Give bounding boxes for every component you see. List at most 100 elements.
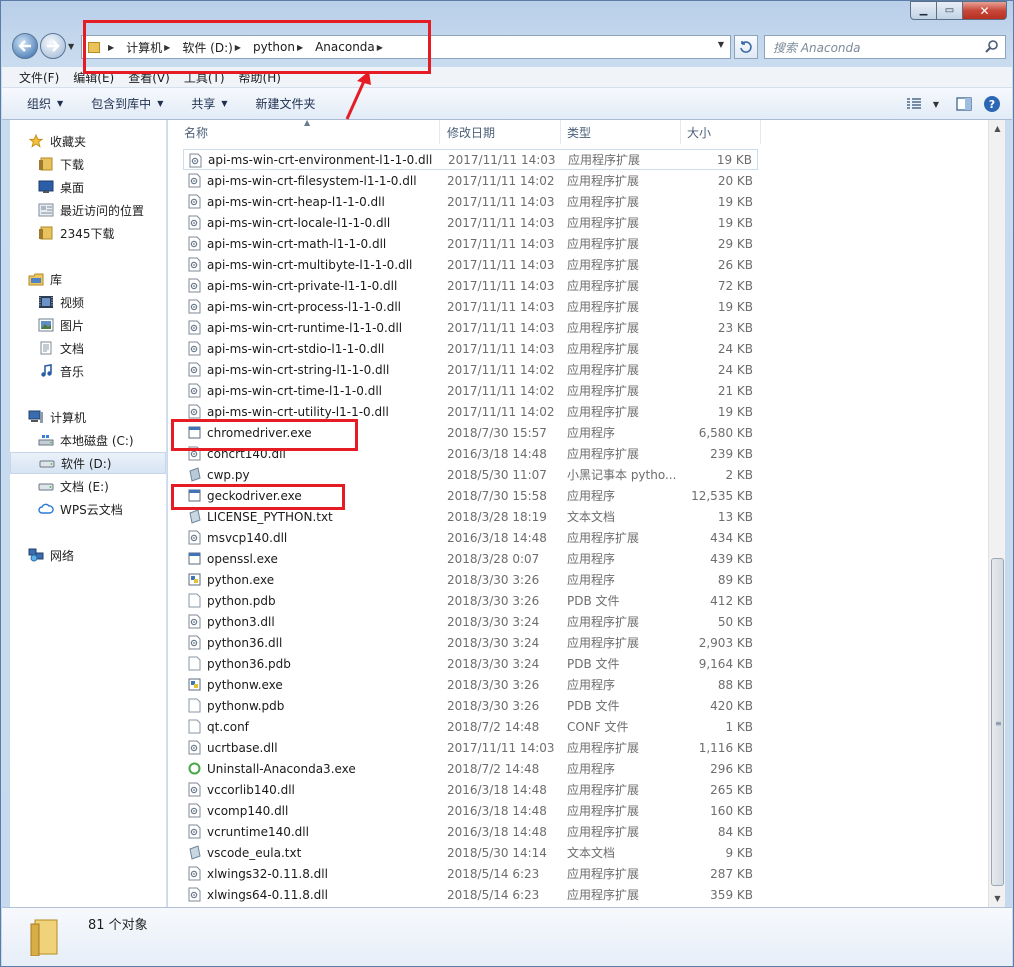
file-row[interactable]: Uninstall-Anaconda3.exe 2018/7/2 14:48 应用程… xyxy=(183,758,758,779)
file-row[interactable]: python36.pdb 2018/3/30 3:24 PDB 文件 9,164 KB xyxy=(183,653,758,674)
file-row[interactable]: pythonw.pdb 2018/3/30 3:26 PDB 文件 420 KB xyxy=(183,695,758,716)
nav-library[interactable]: 库 xyxy=(10,268,166,290)
file-row[interactable]: pythonw.exe 2018/3/30 3:26 应用程序 88 KB xyxy=(183,674,758,695)
file-row[interactable]: msvcp140.dll 2016/3/18 14:48 应用程序扩展 434 KB xyxy=(183,527,758,548)
file-row[interactable]: api-ms-win-crt-process-l1-1-0.dll 2017/11… xyxy=(183,296,758,317)
nav-favorites[interactable]: 收藏夹 xyxy=(10,130,166,152)
file-row[interactable]: api-ms-win-crt-stdio-l1-1-0.dll 2017/11/1… xyxy=(183,338,758,359)
preview-pane-button[interactable] xyxy=(954,94,974,114)
file-date: 2018/5/30 14:14 xyxy=(447,845,547,860)
file-row[interactable]: openssl.exe 2018/3/28 0:07 应用程序 439 KB xyxy=(183,548,758,569)
back-button[interactable] xyxy=(12,33,38,59)
view-list-icon xyxy=(907,98,921,109)
chevron-right-icon[interactable]: ▶ xyxy=(377,43,383,52)
nav-recent-places[interactable]: 最近访问的位置 xyxy=(10,199,166,221)
file-row[interactable]: api-ms-win-crt-private-l1-1-0.dll 2017/11… xyxy=(183,275,758,296)
search-input[interactable]: 搜索 Anaconda xyxy=(764,35,1006,59)
file-row[interactable]: LICENSE_PYTHON.txt 2018/3/28 18:19 文本文档 13 … xyxy=(183,506,758,527)
menu-help[interactable]: 帮助(H) xyxy=(239,69,281,86)
scroll-down-button[interactable]: ▼ xyxy=(989,890,1006,907)
minimize-button[interactable]: ▁ xyxy=(910,1,937,20)
refresh-button[interactable] xyxy=(734,35,758,59)
share-button[interactable]: 共享 ▼ xyxy=(191,95,227,112)
nav-music[interactable]: 音乐 xyxy=(10,360,166,382)
scroll-up-button[interactable]: ▲ xyxy=(989,120,1006,137)
nav-drive-d[interactable]: 软件 (D:) xyxy=(10,452,166,474)
close-button[interactable]: ✕ xyxy=(963,1,1007,20)
new-folder-button[interactable]: 新建文件夹 xyxy=(256,95,316,112)
file-type: 应用程序 xyxy=(567,552,616,566)
column-type[interactable]: 类型 xyxy=(561,120,681,144)
anaconda-uninstall-icon xyxy=(188,762,201,775)
forward-button[interactable] xyxy=(40,33,66,59)
include-in-library-button[interactable]: 包含到库中 ▼ xyxy=(91,95,163,112)
file-type: PDB 文件 xyxy=(567,594,620,608)
address-history-dropdown[interactable]: ▼ xyxy=(718,40,724,49)
recent-pages-dropdown[interactable]: ▼ xyxy=(68,42,74,51)
nav-drive-c[interactable]: 本地磁盘 (C:) xyxy=(10,429,166,451)
file-row[interactable]: python.exe 2018/3/30 3:26 应用程序 89 KB xyxy=(183,569,758,590)
file-row[interactable]: api-ms-win-crt-filesystem-l1-1-0.dll 2017… xyxy=(183,170,758,191)
maximize-button[interactable]: ▭ xyxy=(937,1,963,20)
chevron-right-icon[interactable]: ▶ xyxy=(108,43,114,52)
search-icon[interactable] xyxy=(985,39,999,53)
nav-videos[interactable]: 视频 xyxy=(10,291,166,313)
nav-wps-cloud[interactable]: WPS云文档 xyxy=(10,498,166,520)
file-row[interactable]: cwp.py 2018/5/30 11:07 小黑记事本 pytho... 2 KB xyxy=(183,464,758,485)
column-date-modified[interactable]: 修改日期 xyxy=(440,120,561,144)
blank-file-icon xyxy=(188,698,201,713)
file-row[interactable]: geckodriver.exe 2018/7/30 15:58 应用程序 12,535… xyxy=(183,485,758,506)
file-row[interactable]: api-ms-win-crt-multibyte-l1-1-0.dll 2017/… xyxy=(183,254,758,275)
chevron-right-icon[interactable]: ▶ xyxy=(235,43,241,52)
menu-file[interactable]: 文件(F) xyxy=(19,69,59,86)
nav-drive-e[interactable]: 文档 (E:) xyxy=(10,475,166,497)
file-row[interactable]: api-ms-win-crt-runtime-l1-1-0.dll 2017/11… xyxy=(183,317,758,338)
file-row[interactable]: api-ms-win-crt-environment-l1-1-0.dll 201… xyxy=(183,149,758,170)
change-view-button[interactable] xyxy=(904,94,924,114)
help-button[interactable]: ? xyxy=(982,94,1002,114)
file-row[interactable]: vcomp140.dll 2016/3/18 14:48 应用程序扩展 160 KB xyxy=(183,800,758,821)
nav-2345-downloads[interactable]: 2345下载 xyxy=(10,222,166,244)
organize-button[interactable]: 组织 ▼ xyxy=(27,95,63,112)
file-row[interactable]: qt.conf 2018/7/2 14:48 CONF 文件 1 KB xyxy=(183,716,758,737)
vertical-scrollbar[interactable]: ▲ ≡ ▼ xyxy=(988,120,1005,907)
file-row[interactable]: python3.dll 2018/3/30 3:24 应用程序扩展 50 KB xyxy=(183,611,758,632)
nav-documents[interactable]: 文档 xyxy=(10,337,166,359)
menu-view[interactable]: 查看(V) xyxy=(128,69,170,86)
chevron-right-icon[interactable]: ▶ xyxy=(297,43,303,52)
nav-pictures[interactable]: 图片 xyxy=(10,314,166,336)
file-row[interactable]: vscode_eula.txt 2018/5/30 14:14 文本文档 9 KB xyxy=(183,842,758,863)
breadcrumb-python[interactable]: python ▶ xyxy=(253,40,311,54)
file-row[interactable]: concrt140.dll 2016/3/18 14:48 应用程序扩展 239 KB xyxy=(183,443,758,464)
chevron-right-icon[interactable]: ▶ xyxy=(164,43,170,52)
breadcrumb-anaconda[interactable]: Anaconda ▶ xyxy=(315,40,391,54)
view-options-dropdown[interactable]: ▼ xyxy=(926,94,946,114)
nav-downloads[interactable]: 下载 xyxy=(10,153,166,175)
address-bar[interactable]: ▶ 计算机 ▶ 软件 (D:) ▶ python ▶ Anaconda ▶ ▼ xyxy=(81,35,731,59)
file-row[interactable]: ucrtbase.dll 2017/11/11 14:03 应用程序扩展 1,116 … xyxy=(183,737,758,758)
file-type: 应用程序 xyxy=(567,489,616,503)
file-row[interactable]: api-ms-win-crt-locale-l1-1-0.dll 2017/11/… xyxy=(183,212,758,233)
file-row[interactable]: xlwings64-0.11.8.dll 2018/5/14 6:23 应用程序扩展… xyxy=(183,884,758,905)
file-row[interactable]: api-ms-win-crt-heap-l1-1-0.dll 2017/11/11… xyxy=(183,191,758,212)
file-row[interactable]: xlwings32-0.11.8.dll 2018/5/14 6:23 应用程序扩展… xyxy=(183,863,758,884)
nav-computer[interactable]: 计算机 xyxy=(10,406,166,428)
file-row[interactable]: python.pdb 2018/3/30 3:26 PDB 文件 412 KB xyxy=(183,590,758,611)
file-row[interactable]: vcruntime140.dll 2016/3/18 14:48 应用程序扩展 84 … xyxy=(183,821,758,842)
scrollbar-thumb[interactable]: ≡ xyxy=(991,558,1004,886)
file-row[interactable]: api-ms-win-crt-time-l1-1-0.dll 2017/11/11… xyxy=(183,380,758,401)
file-row[interactable]: vccorlib140.dll 2016/3/18 14:48 应用程序扩展 265 … xyxy=(183,779,758,800)
nav-network[interactable]: 网络 xyxy=(10,544,166,566)
file-row[interactable]: api-ms-win-crt-utility-l1-1-0.dll 2017/11… xyxy=(183,401,758,422)
menu-tools[interactable]: 工具(T) xyxy=(184,69,225,86)
file-row[interactable]: api-ms-win-crt-math-l1-1-0.dll 2017/11/11… xyxy=(183,233,758,254)
column-size[interactable]: 大小 xyxy=(681,120,761,144)
column-name[interactable]: 名称 ▲ xyxy=(168,118,440,144)
breadcrumb-computer[interactable]: 计算机 ▶ xyxy=(126,39,178,56)
breadcrumb-drive-d[interactable]: 软件 (D:) ▶ xyxy=(182,39,249,56)
file-row[interactable]: python36.dll 2018/3/30 3:24 应用程序扩展 2,903 KB xyxy=(183,632,758,653)
menu-edit[interactable]: 编辑(E) xyxy=(73,69,114,86)
nav-desktop[interactable]: 桌面 xyxy=(10,176,166,198)
file-row[interactable]: chromedriver.exe 2018/7/30 15:57 应用程序 6,580… xyxy=(183,422,758,443)
file-row[interactable]: api-ms-win-crt-string-l1-1-0.dll 2017/11/… xyxy=(183,359,758,380)
